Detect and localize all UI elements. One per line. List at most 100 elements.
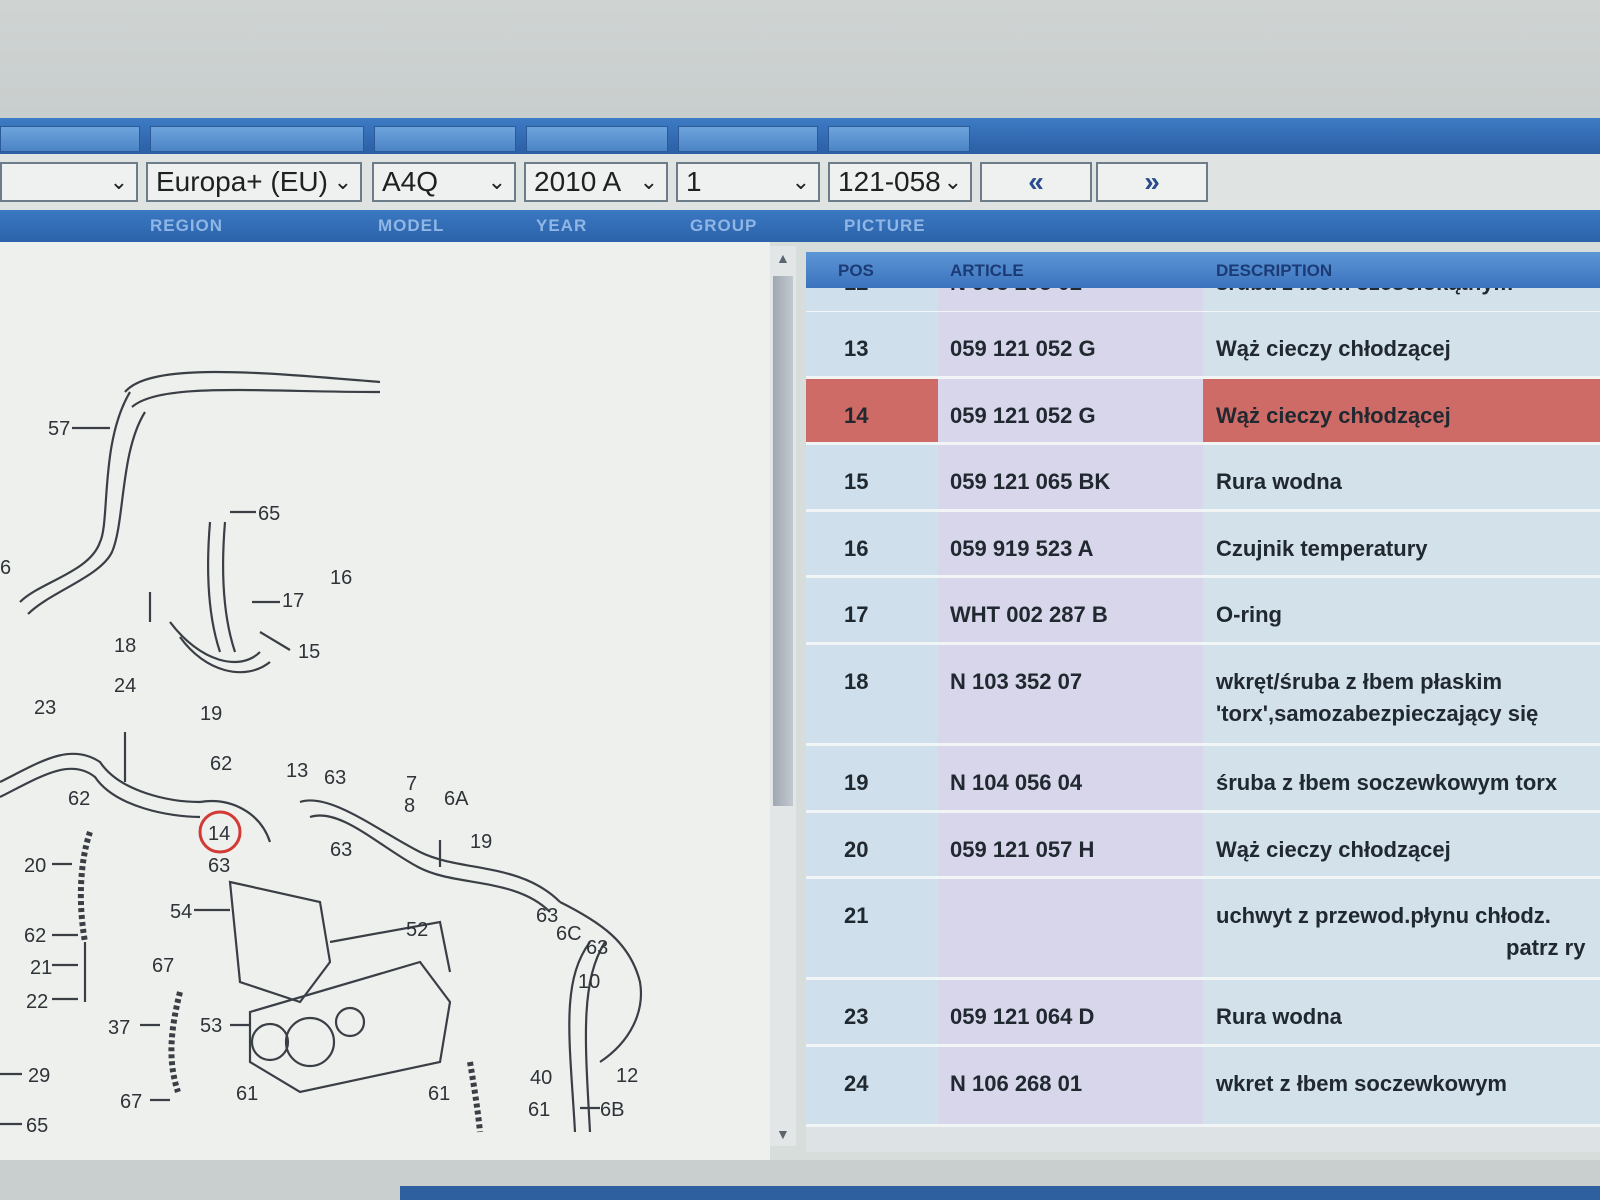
picture-select[interactable]: 121-058 ⌄ xyxy=(828,162,972,202)
svg-text:21: 21 xyxy=(30,957,52,979)
header-description[interactable]: DESCRIPTION xyxy=(1216,261,1332,281)
screen-top-border xyxy=(0,0,1600,118)
header-pos[interactable]: POS xyxy=(838,261,874,281)
svg-text:7: 7 xyxy=(406,773,417,795)
svg-text:19: 19 xyxy=(470,831,492,853)
diagram-scrollbar[interactable]: ▲ ▼ xyxy=(770,246,796,1146)
pos-value: 15 xyxy=(844,469,869,494)
article-value: 059 121 065 BK xyxy=(950,469,1111,494)
region-select[interactable]: Europa+ (EU) ⌄ xyxy=(146,162,362,202)
parts-table: 12N 905 293 02śruba z łbem sześciokątnym… xyxy=(806,252,1600,1152)
svg-text:19: 19 xyxy=(200,703,222,725)
table-row[interactable]: 15 059 121 065 BK Rura wodna xyxy=(806,445,1600,512)
pos-cell xyxy=(806,813,938,876)
table-row[interactable]: 21 uchwyt z przewod.płynu chłodz. patrz ry xyxy=(806,879,1600,980)
previous-picture-button[interactable]: « xyxy=(980,162,1092,202)
svg-text:8: 8 xyxy=(404,795,415,817)
description-value-line2: 'torx',samozabezpieczający się xyxy=(1216,701,1539,726)
svg-text:40: 40 xyxy=(530,1067,552,1089)
description-value: Czujnik temperatury xyxy=(1216,536,1428,561)
svg-text:54: 54 xyxy=(170,901,192,923)
pos-cell xyxy=(806,980,938,1044)
chevron-down-icon: ⌄ xyxy=(487,169,506,194)
scrollbar-thumb[interactable] xyxy=(773,276,793,806)
table-row[interactable]: 17 WHT 002 287 B O-ring xyxy=(806,578,1600,645)
svg-text:57: 57 xyxy=(48,418,70,440)
svg-text:6: 6 xyxy=(0,557,11,579)
pos-value: 18 xyxy=(844,669,869,694)
model-select-value: A4Q xyxy=(382,166,439,197)
previous-arrow-icon: « xyxy=(1028,166,1044,197)
svg-text:14: 14 xyxy=(208,823,230,845)
region-select-value: Europa+ (EU) xyxy=(156,166,328,197)
parts-diagram[interactable]: 57 65 6 16 17 15 18 24 19 23 62 14 13 63… xyxy=(0,242,770,1160)
model-label: MODEL xyxy=(378,216,445,235)
year-label: YEAR xyxy=(536,216,588,235)
scroll-up-icon[interactable]: ▲ xyxy=(776,250,790,266)
svg-text:67: 67 xyxy=(152,955,174,977)
table-row[interactable]: 13 059 121 052 G Wąż cieczy chłodzącej xyxy=(806,312,1600,379)
svg-text:18: 18 xyxy=(114,635,136,657)
table-row[interactable]: 19 N 104 056 04 śruba z łbem soczewkowym t… xyxy=(806,746,1600,813)
selector-label-bar: REGION MODEL YEAR GROUP PICTURE xyxy=(0,210,1600,242)
description-value: śruba z łbem soczewkowym torx xyxy=(1216,770,1558,795)
table-row[interactable]: 24 N 106 268 01 wkret z łbem soczewkowym xyxy=(806,1047,1600,1127)
scroll-down-icon[interactable]: ▼ xyxy=(776,1126,790,1142)
article-value: 059 121 052 G xyxy=(950,403,1096,428)
pos-value: 14 xyxy=(844,403,869,428)
tab-2[interactable] xyxy=(150,126,364,152)
first-select[interactable]: ⌄ xyxy=(0,162,138,202)
pos-value: 21 xyxy=(844,903,869,928)
svg-text:63: 63 xyxy=(208,855,230,877)
tab-4[interactable] xyxy=(526,126,668,152)
group-select[interactable]: 1 ⌄ xyxy=(676,162,820,202)
next-picture-button[interactable]: » xyxy=(1096,162,1208,202)
parts-table-header: POS ARTICLE DESCRIPTION xyxy=(806,252,1600,288)
tab-3[interactable] xyxy=(374,126,516,152)
svg-text:65: 65 xyxy=(26,1115,48,1137)
chevron-down-icon: ⌄ xyxy=(943,169,962,194)
svg-text:29: 29 xyxy=(28,1065,50,1087)
chevron-down-icon: ⌄ xyxy=(639,169,658,194)
exploded-view-drawing: 57 65 6 16 17 15 18 24 19 23 62 14 13 63… xyxy=(0,370,642,1137)
article-value: WHT 002 287 B xyxy=(950,602,1108,627)
model-select[interactable]: A4Q ⌄ xyxy=(372,162,516,202)
svg-text:6C: 6C xyxy=(556,923,582,945)
svg-text:24: 24 xyxy=(114,675,136,697)
pos-cell xyxy=(806,578,938,642)
table-row[interactable]: 14 059 121 052 G Wąż cieczy chłodzącej xyxy=(806,379,1600,445)
year-select-value: 2010 A xyxy=(534,166,622,197)
chevron-down-icon: ⌄ xyxy=(333,169,352,194)
description-value: wkret z łbem soczewkowym xyxy=(1216,1071,1507,1096)
svg-text:6A: 6A xyxy=(444,788,469,810)
table-row[interactable]: 18 N 103 352 07 wkręt/śruba z łbem płaskim… xyxy=(806,645,1600,746)
description-value: uchwyt z przewod.płynu chłodz. xyxy=(1216,903,1551,928)
tab-5[interactable] xyxy=(678,126,818,152)
table-row[interactable]: 23 059 121 064 D Rura wodna xyxy=(806,980,1600,1047)
description-value: wkręt/śruba z łbem płaskim xyxy=(1216,669,1503,694)
selector-toolbar: ⌄ Europa+ (EU) ⌄ A4Q ⌄ 2010 A ⌄ 1 ⌄ 121-… xyxy=(0,154,1600,210)
header-article[interactable]: ARTICLE xyxy=(950,261,1024,281)
pos-cell xyxy=(806,312,938,376)
svg-text:62: 62 xyxy=(68,788,90,810)
table-row[interactable]: 16 059 919 523 A Czujnik temperatury xyxy=(806,512,1600,578)
picture-label: PICTURE xyxy=(844,216,926,235)
article-value: N 106 268 01 xyxy=(950,1071,1083,1096)
tab-1[interactable] xyxy=(0,126,140,152)
pos-cell xyxy=(806,445,938,509)
description-value: Rura wodna xyxy=(1216,469,1342,494)
pos-value: 17 xyxy=(844,602,869,627)
svg-text:61: 61 xyxy=(236,1083,258,1105)
region-label: REGION xyxy=(150,216,224,235)
svg-text:63: 63 xyxy=(324,767,346,789)
chevron-down-icon: ⌄ xyxy=(109,169,128,194)
tab-6[interactable] xyxy=(828,126,970,152)
pos-value: 24 xyxy=(844,1071,869,1096)
table-row[interactable]: 20 059 121 057 H Wąż cieczy chłodzącej xyxy=(806,813,1600,879)
svg-text:20: 20 xyxy=(24,855,46,877)
svg-text:63: 63 xyxy=(586,937,608,959)
description-value: Wąż cieczy chłodzącej xyxy=(1216,403,1451,428)
group-label: GROUP xyxy=(690,216,758,235)
year-select[interactable]: 2010 A ⌄ xyxy=(524,162,668,202)
svg-text:10: 10 xyxy=(578,971,600,993)
